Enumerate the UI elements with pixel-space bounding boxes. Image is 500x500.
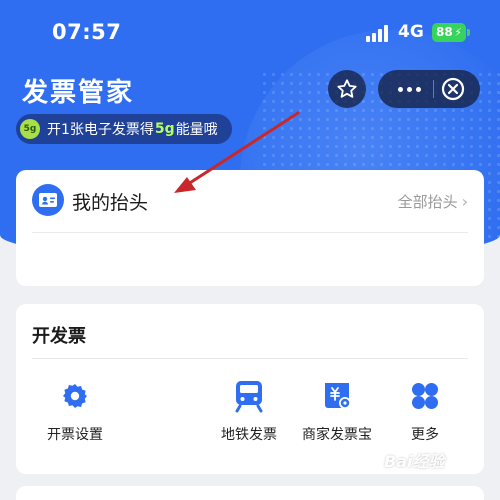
merchant-invoice-icon bbox=[317, 376, 357, 416]
status-time: 07:57 bbox=[52, 20, 122, 44]
promo-text-suffix: 能量哦 bbox=[175, 122, 218, 138]
my-header-title: 我的抬头 bbox=[72, 192, 149, 214]
more-services-button[interactable]: 更多 bbox=[380, 376, 470, 444]
action-label: 更多 bbox=[411, 427, 439, 443]
action-label: 开票设置 bbox=[47, 427, 103, 443]
close-icon bbox=[441, 77, 465, 101]
subway-icon bbox=[229, 376, 269, 416]
subway-invoice-button[interactable]: 地铁发票 bbox=[204, 376, 294, 444]
card-divider bbox=[32, 232, 468, 233]
capsule-divider bbox=[433, 80, 434, 98]
network-type: 4G bbox=[398, 22, 424, 42]
all-headers-link[interactable]: 全部抬头 › bbox=[398, 191, 468, 212]
energy-coin-icon: 5g bbox=[20, 119, 40, 139]
chevron-right-icon: › bbox=[461, 192, 468, 211]
star-icon bbox=[337, 79, 357, 98]
more-grid-icon bbox=[405, 376, 445, 416]
promo-text-prefix: 开1张电子发票得 bbox=[47, 122, 154, 138]
action-label: 地铁发票 bbox=[221, 427, 277, 443]
action-label: 商家发票宝 bbox=[302, 427, 372, 443]
invoice-settings-button[interactable]: 开票设置 bbox=[30, 376, 120, 444]
page-title: 发票管家 bbox=[22, 78, 135, 108]
close-button[interactable] bbox=[440, 76, 466, 102]
issue-invoice-title: 开发票 bbox=[32, 326, 86, 347]
more-button[interactable] bbox=[394, 70, 424, 108]
battery-icon: 88 ⚡ bbox=[432, 23, 466, 42]
next-card bbox=[16, 486, 484, 500]
battery-level: 88 bbox=[436, 25, 453, 39]
favorite-button[interactable] bbox=[328, 70, 366, 108]
battery-tip bbox=[467, 29, 470, 36]
more-dots-icon bbox=[397, 86, 421, 92]
miniapp-capsule bbox=[378, 70, 480, 108]
energy-promo-banner[interactable]: 5g 开1张电子发票得 5g 能量哦 bbox=[16, 114, 232, 144]
gear-icon bbox=[55, 376, 95, 416]
signal-icon bbox=[366, 24, 390, 42]
card-divider bbox=[32, 358, 468, 359]
id-card-icon bbox=[32, 184, 64, 216]
promo-text-highlight: 5g bbox=[154, 121, 175, 137]
charging-icon: ⚡ bbox=[454, 26, 462, 39]
baidu-watermark: Bai经验 bbox=[384, 452, 445, 471]
my-invoice-header-card: 我的抬头 全部抬头 › bbox=[16, 170, 484, 286]
merchant-invoice-button[interactable]: 商家发票宝 bbox=[292, 376, 382, 444]
all-headers-label: 全部抬头 bbox=[397, 193, 458, 211]
